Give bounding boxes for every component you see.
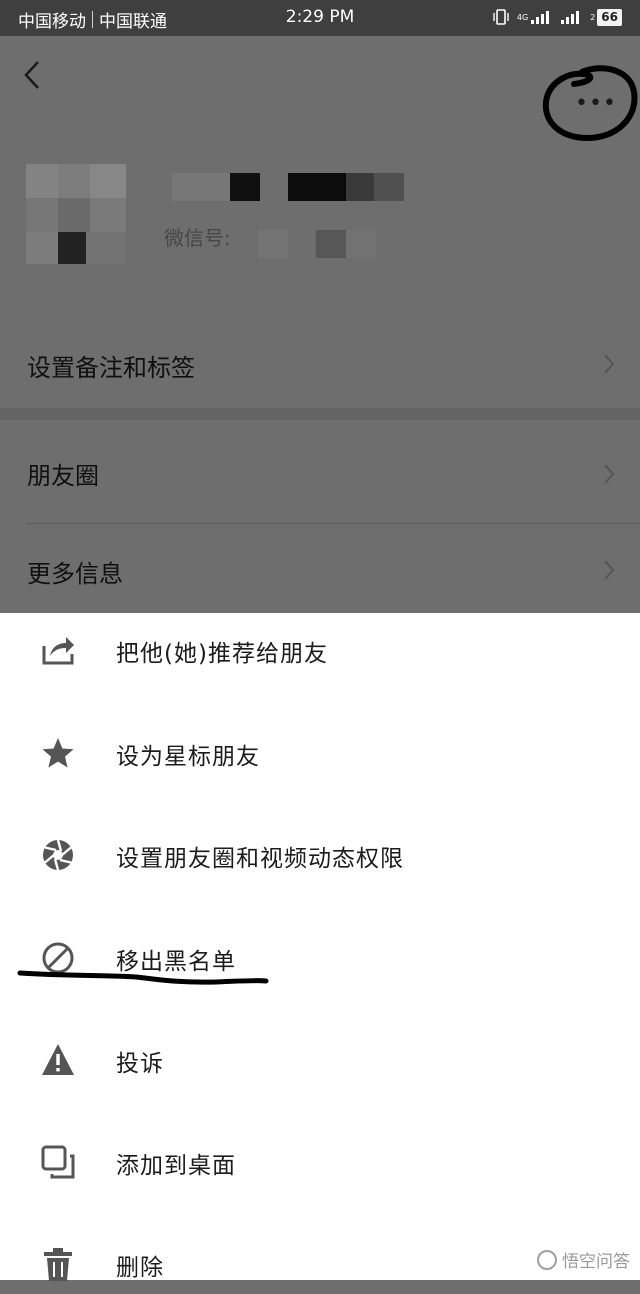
signal-icon-1 [531,11,550,24]
menu-item-moments-permissions[interactable]: 设置朋友圈和视频动态权限 [0,825,640,885]
trash-icon [44,1248,72,1281]
row-label: 更多信息 [27,560,123,588]
signal-icon-2 [561,11,580,24]
back-arrow-icon[interactable] [20,58,48,92]
status-icons: 4G 2 66 [493,8,622,26]
network-type-2: 2 [590,12,596,22]
avatar [26,164,126,264]
menu-item-recommend[interactable]: 把他(她)推荐给朋友 [0,620,640,680]
menu-item-label: 设为星标朋友 [116,744,260,770]
menu-item-label: 把他(她)推荐给朋友 [116,641,328,667]
menu-item-label: 投诉 [116,1051,164,1077]
menu-item-label: 设置朋友圈和视频动态权限 [116,846,404,872]
warning-icon [42,1044,74,1075]
contact-name-redacted [172,173,404,201]
vibrate-icon [493,9,509,25]
menu-item-add-to-desktop[interactable]: 添加到桌面 [0,1132,640,1192]
menu-item-label: 添加到桌面 [116,1153,236,1179]
more-options-icon[interactable]: ••• [575,93,617,115]
watermark: 悟空问答 [537,1247,630,1272]
row-label: 朋友圈 [27,462,99,490]
contact-profile-page: ••• 微信号: 设置备注和标签 朋友圈 更多信息 [0,36,640,613]
watermark-logo-icon [537,1249,557,1270]
network-type-1: 4G [516,12,529,22]
menu-item-report[interactable]: 投诉 [0,1030,640,1090]
wechat-id-label: 微信号: [164,226,231,250]
battery-indicator: 66 [597,8,622,26]
row-moments[interactable]: 朋友圈 [0,424,640,522]
status-bar: 中国移动 中国联通 2:29 PM 4G 2 66 [0,0,640,36]
share-icon [42,637,74,665]
row-more-info[interactable]: 更多信息 [0,524,640,612]
action-sheet: 把他(她)推荐给朋友 设为星标朋友 设置朋友圈和视频动态权限 移出黑名单 投诉 … [0,613,640,1281]
section-divider [0,408,640,420]
chevron-right-icon [604,560,615,580]
row-remarks-tags[interactable]: 设置备注和标签 [0,326,640,402]
menu-item-label: 删除 [116,1255,164,1281]
chevron-right-icon [604,464,615,484]
watermark-text: 悟空问答 [562,1252,630,1272]
wechat-id-redacted [258,230,408,258]
chevron-right-icon [604,354,615,374]
star-icon [42,738,74,768]
add-to-desktop-icon [41,1145,75,1179]
hand-drawn-underline-annotation [17,970,269,985]
menu-item-star-friend[interactable]: 设为星标朋友 [0,723,640,783]
aperture-icon [43,839,73,871]
row-label: 设置备注和标签 [27,354,195,382]
